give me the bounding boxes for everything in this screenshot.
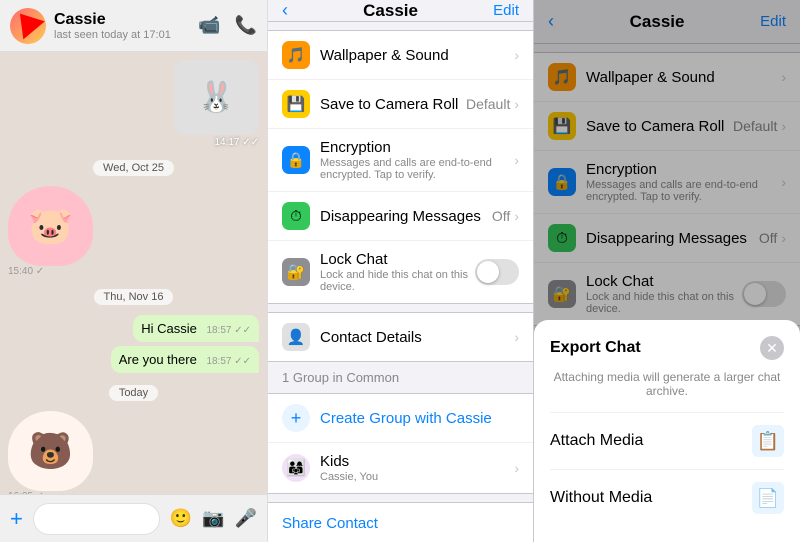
wallpaper-label: Wallpaper & Sound <box>320 47 510 64</box>
export-modal-title: Export Chat <box>550 339 641 357</box>
date-separator: Wed, Oct 25 <box>8 158 259 176</box>
phone-icon[interactable]: 📞 <box>235 15 257 36</box>
attach-media-icon: 📋 <box>752 425 784 457</box>
mic-icon[interactable]: 🎤 <box>235 508 257 529</box>
chat-input-bar: + 🙂 📷 🎤 <box>0 494 267 542</box>
sticker-time: 14:17 ✓✓ <box>174 137 259 148</box>
camera-roll-label: Save to Camera Roll <box>320 96 466 113</box>
date-label-2: Thu, Nov 16 <box>94 289 174 305</box>
chat-panel: C Cassie last seen today at 17:01 📹 📞 🐰 … <box>0 0 268 542</box>
contact-name: Cassie <box>54 11 171 29</box>
encryption-icon: 🔒 <box>282 146 310 174</box>
export-modal-header: Export Chat ✕ <box>550 336 784 360</box>
chevron-icon-3: › <box>514 152 519 168</box>
lock-chat-label: Lock Chat <box>320 251 388 268</box>
contact-details-section: 👤 Contact Details › <box>268 312 533 362</box>
chevron-icon: › <box>514 47 519 63</box>
date-separator-today: Today <box>8 383 259 401</box>
encryption-row[interactable]: 🔒 Encryption Messages and calls are end-… <box>268 129 533 192</box>
sticker-bear: 🐻 <box>8 411 93 491</box>
actions-section: Share Contact Export Chat Clear Chat Blo… <box>268 502 533 542</box>
camera-icon[interactable]: 📷 <box>202 508 224 529</box>
today-label: Today <box>109 385 158 401</box>
camera-roll-icon: 💾 <box>282 90 310 118</box>
wallpaper-icon: 🎵 <box>282 41 310 69</box>
groups-section: + Create Group with Cassie 👨‍👩‍👧 Kids Ca… <box>268 393 533 494</box>
create-group-icon: + <box>282 404 310 432</box>
lock-chat-icon: 🔐 <box>282 258 310 286</box>
lock-chat-row[interactable]: 🔐 Lock Chat Lock and hide this chat on t… <box>268 241 533 303</box>
chevron-icon-5: › <box>514 329 519 345</box>
without-media-icon: 📄 <box>752 482 784 514</box>
chat-header: C Cassie last seen today at 17:01 📹 📞 <box>0 0 267 52</box>
kids-group-label: Kids <box>320 453 349 470</box>
export-modal-close-button[interactable]: ✕ <box>760 336 784 360</box>
sticker-pink: 🐷 <box>8 186 93 266</box>
contact-details-label: Contact Details <box>320 329 510 346</box>
encryption-sublabel: Messages and calls are end-to-end encryp… <box>320 157 510 181</box>
sticker-outgoing: 🐰 <box>174 60 259 135</box>
export-modal: Export Chat ✕ Attaching media will gener… <box>534 320 800 542</box>
disappearing-label: Disappearing Messages <box>320 208 492 225</box>
sticker-bear-time: 16:25 ✓ <box>8 491 93 494</box>
date-separator-2: Thu, Nov 16 <box>8 287 259 305</box>
kids-group-icon: 👨‍👩‍👧 <box>282 454 310 482</box>
settings-section: 🎵 Wallpaper & Sound › 💾 Save to Camera R… <box>268 30 533 304</box>
sticker-icon[interactable]: 🙂 <box>170 508 192 529</box>
export-modal-description: Attaching media will generate a larger c… <box>550 370 784 398</box>
without-media-label: Without Media <box>550 489 752 507</box>
create-group-label: Create Group with Cassie <box>320 410 492 427</box>
save-camera-roll-row[interactable]: 💾 Save to Camera Roll Default › <box>268 80 533 129</box>
toggle-knob <box>477 261 499 283</box>
encryption-label: Encryption <box>320 139 391 156</box>
contact-info-panel: ‹ Cassie Edit 🎵 Wallpaper & Sound › 💾 Sa… <box>268 0 534 542</box>
message-bubble-2: Are you there 18:57 ✓✓ <box>111 346 259 373</box>
lock-chat-sublabel: Lock and hide this chat on this device. <box>320 269 475 293</box>
chevron-icon-2: › <box>514 96 519 112</box>
disappearing-value: Off <box>492 208 510 224</box>
video-call-icon[interactable]: 📹 <box>198 15 220 36</box>
message-text-2: Are you there <box>119 352 197 367</box>
share-contact-label: Share Contact <box>282 515 378 532</box>
date-label: Wed, Oct 25 <box>93 160 174 176</box>
panel2-header: ‹ Cassie Edit <box>268 0 533 22</box>
kids-group-row[interactable]: 👨‍👩‍👧 Kids Cassie, You › <box>268 443 533 493</box>
without-media-option[interactable]: Without Media 📄 <box>550 469 784 526</box>
camera-roll-value: Default <box>466 96 510 112</box>
message-list: 🐰 14:17 ✓✓ Wed, Oct 25 🐷 15:40 ✓ Thu, No… <box>0 52 267 494</box>
message-time-1: 18:57 ✓✓ <box>206 325 251 336</box>
attach-media-option[interactable]: Attach Media 📋 <box>550 412 784 469</box>
attach-media-label: Attach Media <box>550 432 752 450</box>
input-action-icons: 🙂 📷 🎤 <box>170 508 257 529</box>
create-group-row[interactable]: + Create Group with Cassie <box>268 394 533 443</box>
message-bubble-1: Hi Cassie 18:57 ✓✓ <box>133 315 259 342</box>
contact-status: last seen today at 17:01 <box>54 29 171 41</box>
kids-group-sublabel: Cassie, You <box>320 471 510 483</box>
sticker-incoming-time: 15:40 ✓ <box>8 266 93 277</box>
chevron-icon-4: › <box>514 208 519 224</box>
contact-details-icon: 👤 <box>282 323 310 351</box>
chevron-icon-6: › <box>514 460 519 476</box>
contact-info: Cassie last seen today at 17:01 <box>54 11 171 41</box>
disappearing-messages-row[interactable]: ⏱ Disappearing Messages Off › <box>268 192 533 241</box>
header-icons: 📹 📞 <box>198 15 257 36</box>
groups-header: 1 Group in Common <box>268 362 533 389</box>
back-button[interactable]: ‹ <box>282 0 288 21</box>
contact-details-row[interactable]: 👤 Contact Details › <box>268 313 533 361</box>
share-contact-row[interactable]: Share Contact <box>268 503 533 542</box>
panel2-title: Cassie <box>363 1 418 21</box>
disappearing-icon: ⏱ <box>282 202 310 230</box>
message-input[interactable] <box>33 503 160 535</box>
export-modal-overlay[interactable]: Export Chat ✕ Attaching media will gener… <box>534 0 800 542</box>
message-text-1: Hi Cassie <box>141 321 197 336</box>
message-time-2: 18:57 ✓✓ <box>206 356 251 367</box>
edit-button[interactable]: Edit <box>493 2 519 19</box>
wallpaper-sound-row[interactable]: 🎵 Wallpaper & Sound › <box>268 31 533 80</box>
add-attachment-icon[interactable]: + <box>10 506 23 532</box>
export-panel: ‹ Cassie Edit 🎵 Wallpaper & Sound › 💾 Sa… <box>534 0 800 542</box>
lock-chat-toggle[interactable] <box>475 259 519 285</box>
